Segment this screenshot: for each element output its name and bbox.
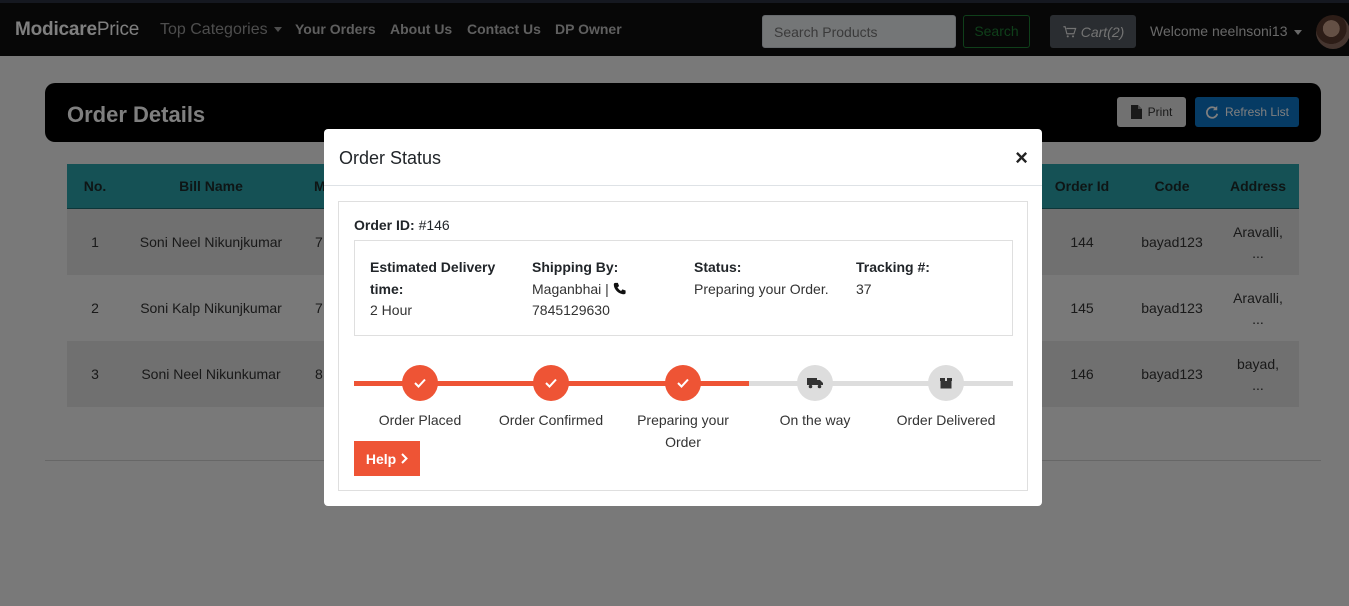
help-button[interactable]: Help — [354, 441, 420, 476]
order-card: Order ID: #146 Estimated Delivery time: … — [338, 201, 1028, 491]
order-status: Status: Preparing your Order. — [694, 259, 829, 297]
estimated-delivery: Estimated Delivery time: 2 Hour — [370, 259, 496, 318]
check-icon — [545, 378, 557, 388]
box-icon — [940, 378, 952, 389]
step-order-confirmed — [533, 365, 569, 401]
step-label: On the way — [779, 412, 851, 428]
step-label: Order Confirmed — [498, 412, 604, 428]
modal-title: Order Status — [339, 148, 442, 168]
close-button[interactable]: × — [1015, 147, 1028, 169]
step-on-the-way — [797, 365, 833, 401]
phone-icon — [613, 282, 626, 294]
order-id: Order ID: #146 — [354, 217, 450, 233]
step-preparing-order — [665, 365, 701, 401]
check-icon — [414, 378, 426, 388]
modal-header: Order Status × — [324, 129, 1042, 186]
order-info-box: Estimated Delivery time: 2 Hour Shipping… — [354, 240, 1013, 336]
chevron-right-icon — [401, 453, 409, 464]
step-label: Order Delivered — [896, 412, 996, 428]
tracking-number: Tracking #: 37 — [856, 259, 930, 297]
step-order-delivered — [928, 365, 964, 401]
step-label: Order Placed — [378, 412, 462, 428]
step-order-placed — [402, 365, 438, 401]
shipping-by: Shipping By: Maganbhai | 7845129630 — [532, 257, 626, 322]
order-status-modal: Order Status × Order ID: #146 Estimated … — [324, 129, 1042, 506]
check-icon — [677, 378, 689, 388]
truck-icon — [807, 378, 823, 389]
step-label: Preparing your Order — [637, 412, 729, 450]
